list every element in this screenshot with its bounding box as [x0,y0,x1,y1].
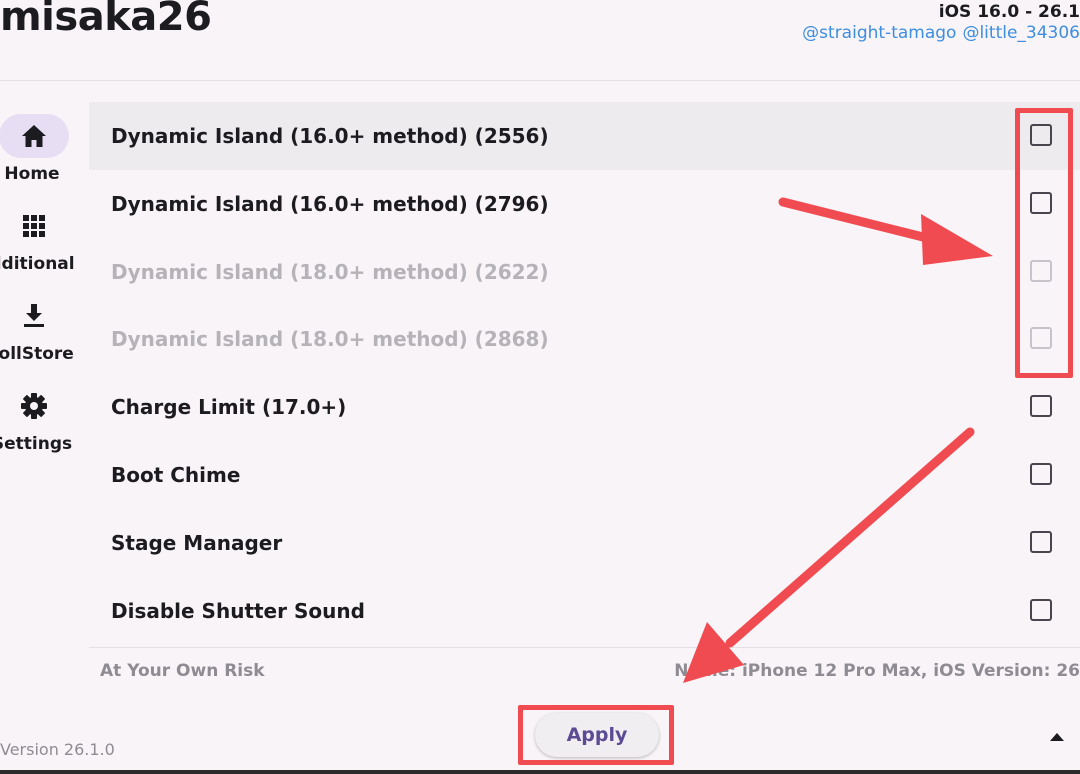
tweak-checkbox[interactable] [1030,531,1052,553]
nav-icon-wrap [0,384,69,428]
credit-link[interactable]: @little_34306 [962,23,1080,43]
risk-note: At Your Own Risk [100,661,265,681]
tweak-checkbox[interactable] [1030,599,1052,621]
nav-item-home[interactable]: Home [0,114,88,184]
apply-highlight-box [518,705,674,765]
list-divider [89,647,1080,648]
tweak-checkbox[interactable] [1030,395,1052,417]
header-divider [0,80,1080,81]
checkbox-highlight-box [1015,108,1073,378]
nav-label-trollstore: rollStore [0,344,74,364]
nav-icon-wrap [0,114,69,158]
tweak-label: Dynamic Island (16.0+ method) (2796) [111,192,549,216]
grid-icon [23,215,45,237]
tweak-label: Disable Shutter Sound [111,599,365,623]
tweak-row[interactable]: Boot Chime [89,441,1080,509]
tweak-label: Stage Manager [111,531,283,555]
nav-label-settings: Settings [0,434,73,454]
tweak-row: Dynamic Island (18.0+ method) (2622) [89,238,1080,306]
ios-version-range: iOS 16.0 - 26.1 [938,2,1080,22]
nav-label-additional: dditional [0,254,75,274]
credit-link[interactable]: @straight-tamago [802,23,956,43]
scroll-up-icon[interactable] [1050,733,1064,741]
tweak-row[interactable]: Dynamic Island (16.0+ method) (2556) [89,102,1080,170]
home-icon [22,125,46,147]
bottom-edge [0,770,1080,774]
nav-item-additional[interactable]: dditional [0,204,88,274]
tweak-row[interactable]: Dynamic Island (16.0+ method) (2796) [89,170,1080,238]
tweak-label: Boot Chime [111,463,241,487]
download-icon [24,304,44,327]
tweak-label: Dynamic Island (18.0+ method) (2868) [111,327,549,351]
tweak-label: Dynamic Island (16.0+ method) (2556) [111,124,549,148]
tweak-label: Charge Limit (17.0+) [111,395,347,419]
version-label: Version 26.1.0 [0,740,115,759]
nav-item-settings[interactable]: Settings [0,384,88,454]
app-title: misaka26 [0,0,212,40]
tweak-row[interactable]: Charge Limit (17.0+) [89,373,1080,441]
credits: @straight-tamago @little_34306 [802,23,1080,43]
tweak-checkbox[interactable] [1030,463,1052,485]
nav-label-home: Home [4,164,60,184]
nav-icon-wrap [0,294,69,338]
tweak-row: Dynamic Island (18.0+ method) (2868) [89,305,1080,373]
device-info: Name: iPhone 12 Pro Max, iOS Version: 26 [674,661,1080,681]
tweak-row[interactable]: Stage Manager [89,509,1080,577]
nav-item-trollstore[interactable]: rollStore [0,294,88,364]
tweak-row[interactable]: Disable Shutter Sound [89,577,1080,645]
nav-icon-wrap [0,204,69,248]
gear-icon [21,393,47,419]
tweak-label: Dynamic Island (18.0+ method) (2622) [111,260,549,284]
